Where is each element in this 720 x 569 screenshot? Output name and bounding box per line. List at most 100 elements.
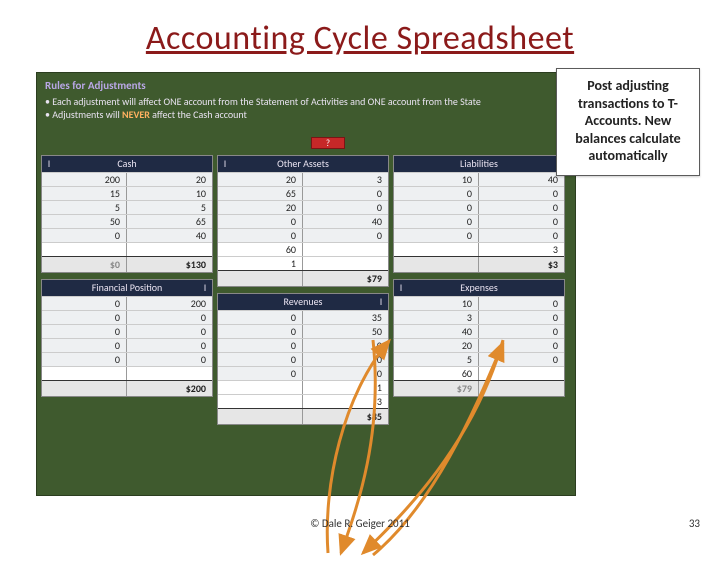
t-total-row: $85 bbox=[218, 408, 388, 424]
t-cell-credit: 0 bbox=[303, 367, 388, 380]
t-cell-debit bbox=[218, 395, 303, 408]
t-cell-credit: 0 bbox=[127, 339, 212, 352]
rules-line-2-pre: • Adjustments will bbox=[45, 108, 122, 121]
t-cell-debit: 0 bbox=[42, 229, 127, 242]
t-cell-debit: 60 bbox=[218, 243, 303, 256]
t-cell-debit: 5 bbox=[42, 201, 127, 214]
t-total-row: $79 bbox=[394, 380, 564, 396]
t-cell-debit bbox=[394, 243, 479, 256]
rules-line-1: • Each adjustment will affect ONE accoun… bbox=[45, 95, 567, 108]
t-cell-credit: 0 bbox=[479, 325, 564, 338]
t-cell-credit: 10 bbox=[127, 187, 212, 200]
t-cell-debit: 0 bbox=[42, 311, 127, 324]
spreadsheet-panel: Rules for Adjustments • Each adjustment … bbox=[36, 72, 576, 496]
table-row: 5065 bbox=[42, 214, 212, 228]
table-row: 00 bbox=[42, 352, 212, 366]
t-cell-debit: 0 bbox=[218, 215, 303, 228]
t-total-credit: $3 bbox=[479, 257, 564, 272]
t-account-revenues: RevenuesI03505000000013$85 bbox=[217, 293, 389, 425]
table-row-adjustment: 60 bbox=[394, 366, 564, 380]
table-row: 650 bbox=[218, 186, 388, 200]
t-cell-credit: 0 bbox=[479, 339, 564, 352]
t-cell-credit: 35 bbox=[303, 311, 388, 324]
table-row: 00 bbox=[218, 228, 388, 242]
t-total-row: $0$130 bbox=[42, 256, 212, 272]
t-cell-credit: 0 bbox=[479, 297, 564, 310]
t-header-right bbox=[374, 156, 388, 172]
t-account-liabilities: LiabilitiesI1040000000003$3 bbox=[393, 155, 565, 273]
t-cell-credit: 0 bbox=[127, 353, 212, 366]
t-total-credit: $130 bbox=[127, 257, 212, 272]
t-cell-debit: 50 bbox=[42, 215, 127, 228]
t-total-credit: $79 bbox=[303, 271, 388, 286]
t-cell-credit bbox=[479, 367, 564, 380]
t-cell-debit: 1 bbox=[218, 257, 303, 270]
t-header-right: I bbox=[374, 294, 388, 310]
t-cell-credit: 200 bbox=[127, 297, 212, 310]
t-header-title: Revenues bbox=[232, 294, 374, 310]
t-cell-credit bbox=[303, 243, 388, 256]
table-row: 00 bbox=[394, 200, 564, 214]
t-total-row: $79 bbox=[218, 270, 388, 286]
t-total-credit bbox=[479, 381, 564, 396]
table-row: 55 bbox=[42, 200, 212, 214]
t-cell-credit: 0 bbox=[303, 187, 388, 200]
table-row: 20020 bbox=[42, 172, 212, 186]
t-total-debit bbox=[218, 409, 303, 424]
t-total-debit bbox=[42, 381, 127, 396]
copyright-text: © Dale R. Geiger 2011 bbox=[0, 517, 720, 530]
t-total-debit: $79 bbox=[394, 381, 479, 396]
table-row: 200 bbox=[394, 338, 564, 352]
table-row: 200 bbox=[218, 200, 388, 214]
t-cell-debit: 60 bbox=[394, 367, 479, 380]
t-cell-debit: 0 bbox=[218, 353, 303, 366]
t-cell-debit: 40 bbox=[394, 325, 479, 338]
t-cell-credit: 0 bbox=[127, 311, 212, 324]
table-row: 040 bbox=[42, 228, 212, 242]
t-cell-debit: 65 bbox=[218, 187, 303, 200]
t-cell-credit: 0 bbox=[479, 229, 564, 242]
t-total-row: $3 bbox=[394, 256, 564, 272]
rules-never: NEVER bbox=[122, 108, 150, 121]
t-total-credit: $85 bbox=[303, 409, 388, 424]
table-row: 0200 bbox=[42, 296, 212, 310]
t-cell-debit bbox=[42, 243, 127, 256]
t-cell-credit bbox=[127, 243, 212, 256]
callout-box: Post adjusting transactions to T-Account… bbox=[556, 68, 700, 176]
slide-title: Accounting Cycle Spreadsheet bbox=[0, 0, 720, 65]
table-row: 400 bbox=[394, 324, 564, 338]
t-cell-debit bbox=[218, 381, 303, 394]
t-account-financial-position: Financial PositionI020000000000$200 bbox=[41, 279, 213, 397]
table-row: 00 bbox=[394, 186, 564, 200]
red-flag-cell: ? bbox=[311, 137, 345, 149]
t-cell-credit: 0 bbox=[479, 215, 564, 228]
t-cell-credit: 0 bbox=[479, 311, 564, 324]
t-cell-debit: 0 bbox=[218, 311, 303, 324]
t-total-row: $200 bbox=[42, 380, 212, 396]
t-header-right: I bbox=[198, 280, 212, 296]
table-row: 00 bbox=[42, 324, 212, 338]
t-cell-credit: 0 bbox=[479, 201, 564, 214]
t-cell-debit: 0 bbox=[394, 201, 479, 214]
t-header-right bbox=[550, 280, 564, 296]
table-row-adjustment: 60 bbox=[218, 242, 388, 256]
table-row: 00 bbox=[42, 338, 212, 352]
t-total-debit: $0 bbox=[42, 257, 127, 272]
t-cell-credit: 3 bbox=[479, 243, 564, 256]
t-cell-credit bbox=[303, 257, 388, 270]
table-row-adjustment bbox=[42, 366, 212, 380]
t-cell-credit: 0 bbox=[479, 353, 564, 366]
t-cell-debit: 0 bbox=[42, 353, 127, 366]
table-row: 00 bbox=[218, 338, 388, 352]
t-account-other-assets: IOther Assets20365020004000601$79 bbox=[217, 155, 389, 287]
table-row: 203 bbox=[218, 172, 388, 186]
table-row-adjustment bbox=[42, 242, 212, 256]
t-cell-credit: 0 bbox=[303, 201, 388, 214]
t-cell-debit: 200 bbox=[42, 173, 127, 186]
t-total-credit: $200 bbox=[127, 381, 212, 396]
t-cell-debit: 0 bbox=[394, 187, 479, 200]
t-cell-debit: 0 bbox=[218, 325, 303, 338]
t-cell-credit: 40 bbox=[479, 173, 564, 186]
t-cell-debit: 0 bbox=[394, 229, 479, 242]
t-cell-debit: 3 bbox=[394, 311, 479, 324]
